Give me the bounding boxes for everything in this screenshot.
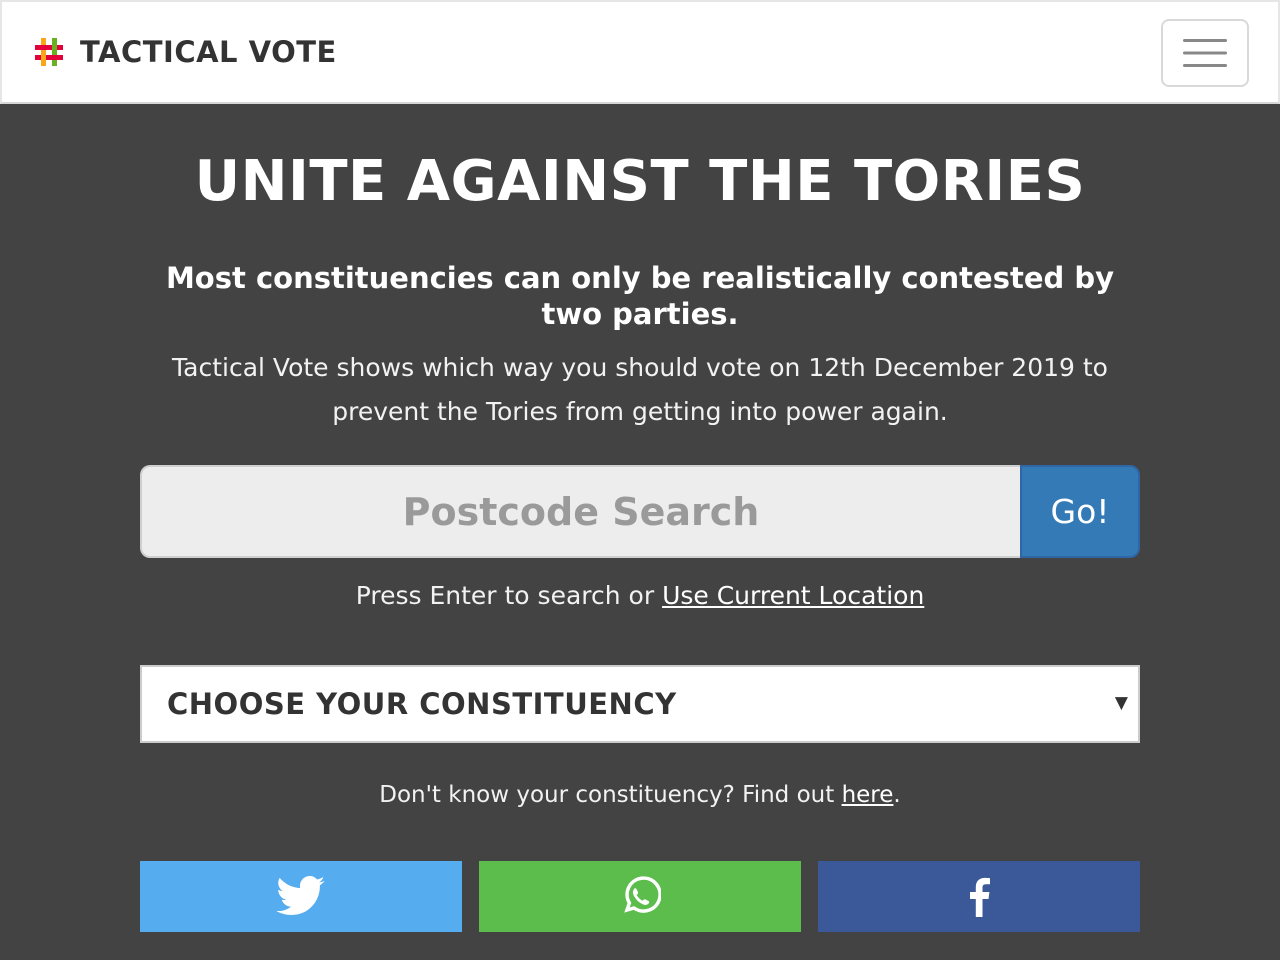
find-constituency-help: Don't know your constituency? Find out h… [140, 773, 1140, 817]
whatsapp-phone-icon [624, 875, 661, 913]
find-constituency-text: Don't know your constituency? Find out [379, 782, 842, 808]
constituency-select[interactable]: CHOOSE YOUR CONSTITUENCY ▼ [140, 665, 1140, 743]
find-constituency-link[interactable]: here [842, 782, 894, 808]
share-facebook-button[interactable] [818, 861, 1140, 932]
page-title: UNITE AGAINST THE TORIES [194, 149, 1086, 214]
use-current-location-link[interactable]: Use Current Location [662, 581, 924, 610]
go-button[interactable]: Go! [1020, 465, 1140, 558]
lead-text: Most constituencies can only be realisti… [165, 261, 1115, 331]
search-hint-text: Press Enter to search or [355, 581, 663, 610]
menu-toggle-button[interactable] [1161, 19, 1249, 87]
share-buttons [140, 861, 1140, 932]
description-text: Tactical Vote shows which way you should… [172, 353, 1108, 426]
hamburger-menu-icon [1183, 39, 1227, 67]
postcode-search-group: Go! [140, 465, 1140, 558]
brand-link[interactable]: TACTICAL VOTE [32, 32, 337, 72]
twitter-bird-icon [276, 876, 325, 915]
navbar: TACTICAL VOTE [0, 0, 1280, 104]
constituency-select-value: CHOOSE YOUR CONSTITUENCY [167, 687, 677, 721]
dropdown-caret-icon: ▼ [1114, 693, 1128, 713]
postcode-search-input[interactable] [140, 465, 1020, 558]
share-twitter-button[interactable] [140, 861, 462, 932]
brand-name: TACTICAL VOTE [80, 35, 337, 69]
facebook-f-icon [970, 877, 990, 917]
hashtag-logo-icon [35, 38, 63, 66]
share-whatsapp-button[interactable] [479, 861, 801, 932]
find-constituency-suffix: . [893, 782, 901, 808]
search-hint: Press Enter to search or Use Current Loc… [140, 574, 1140, 618]
